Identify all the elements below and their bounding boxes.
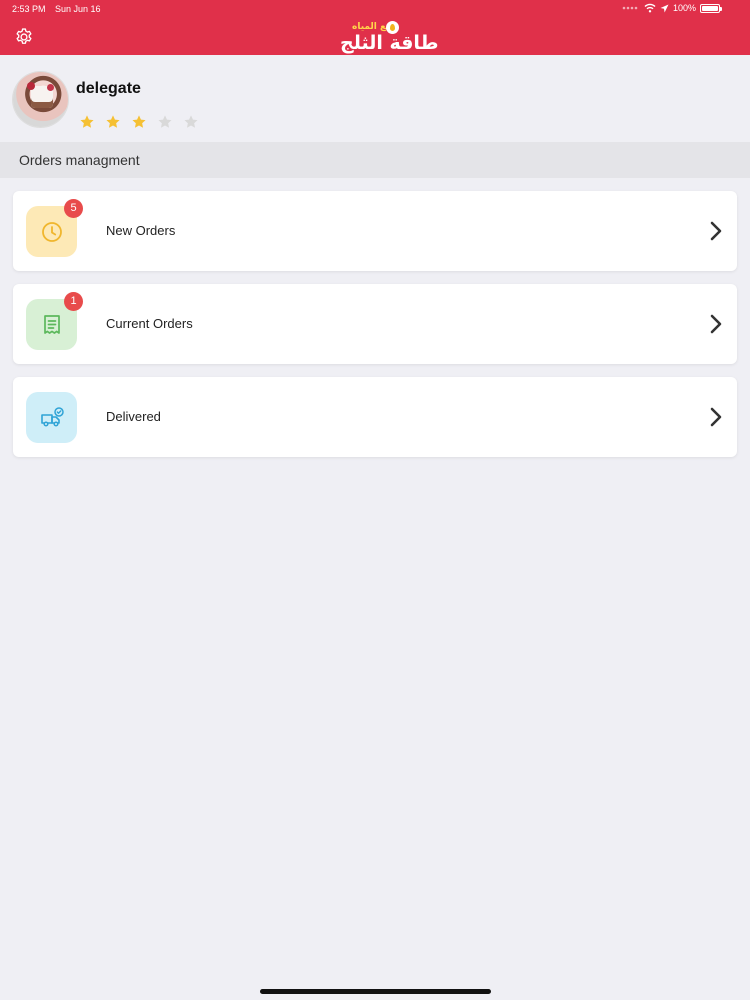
new-orders-badge: 5 xyxy=(64,199,83,218)
rating-stars xyxy=(78,113,200,131)
chevron-right-icon xyxy=(710,407,722,427)
app-logo: لبيع المياه طاقة الثلج xyxy=(338,20,438,54)
status-indicators: 100% xyxy=(622,3,722,13)
new-orders-card[interactable]: 5 New Orders xyxy=(13,191,737,271)
truck-check-icon xyxy=(40,406,64,427)
battery-icon xyxy=(700,3,722,13)
home-indicator[interactable] xyxy=(260,989,491,994)
wifi-icon xyxy=(644,3,656,13)
settings-button[interactable] xyxy=(14,27,34,47)
status-time: 2:53 PM xyxy=(12,4,46,14)
battery-percent: 100% xyxy=(672,3,696,13)
current-orders-label: Current Orders xyxy=(106,316,193,331)
star-empty-icon xyxy=(158,115,172,128)
signal-dots-icon xyxy=(622,6,638,10)
star-filled-icon xyxy=(132,115,146,128)
profile-section: delegate xyxy=(0,55,750,142)
chevron-right-icon xyxy=(710,314,722,334)
delivered-label: Delivered xyxy=(106,409,161,424)
status-bar: 2:53 PM Sun Jun 16 100% xyxy=(0,0,750,18)
star-empty-icon xyxy=(184,115,198,128)
section-title: Orders managment xyxy=(0,142,750,178)
delivered-card[interactable]: Delivered xyxy=(13,377,737,457)
location-arrow-icon xyxy=(660,4,669,12)
star-filled-icon xyxy=(80,115,94,128)
delivered-icon-box xyxy=(26,392,77,443)
username: delegate xyxy=(76,80,141,97)
new-orders-label: New Orders xyxy=(106,223,176,238)
current-orders-card[interactable]: 1 Current Orders xyxy=(13,284,737,364)
logo-title: طاقة الثلج xyxy=(340,32,439,54)
receipt-icon xyxy=(43,314,60,334)
app-header: 2:53 PM Sun Jun 16 100% لبيع المياه طاقة… xyxy=(0,0,750,55)
chevron-right-icon xyxy=(710,221,722,241)
avatar[interactable] xyxy=(13,72,68,127)
current-orders-badge: 1 xyxy=(64,292,83,311)
star-filled-icon xyxy=(106,115,120,128)
status-date: Sun Jun 16 xyxy=(55,4,101,14)
clock-icon xyxy=(41,221,62,242)
gear-icon xyxy=(16,28,32,44)
